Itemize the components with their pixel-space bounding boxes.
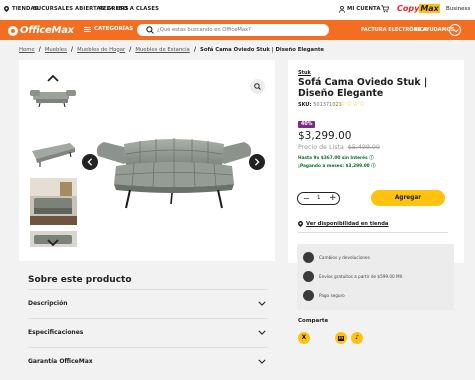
breadcrumb-home[interactable]: Home	[19, 47, 35, 53]
thumbnails-up-icon[interactable]	[47, 74, 59, 82]
store-availability-link[interactable]: Ver disponibilidad en tienda	[306, 221, 388, 227]
accordion-warranty[interactable]: Garantía OfficeMax	[28, 347, 268, 376]
breadcrumb-current: Sofá Cama Oviedo Stuk | Diseño Elegante	[200, 46, 324, 53]
logo-text: OfficeMax	[20, 25, 74, 36]
price: $3,299.00	[298, 130, 352, 142]
breadcrumb: Home / Muebles / Muebles de Hogar / Muebles…	[19, 46, 324, 53]
quantity-minus-button[interactable]: −	[303, 195, 310, 203]
breadcrumb-muebles-hogar[interactable]: Muebles de Hogar	[77, 47, 125, 53]
list-price-line: Precio de Lista $5,499.00	[298, 144, 380, 151]
search-box[interactable]	[137, 24, 329, 36]
gallery-prev-button[interactable]	[82, 154, 98, 170]
breadcrumb-muebles-estancia[interactable]: Muebles de Estancia	[135, 47, 189, 53]
rating-stars[interactable]: ☆☆☆☆☆	[333, 100, 365, 108]
main-header: OfficeMax CATEGORÍAS FACTURA ELECTRÓNICA…	[0, 20, 475, 40]
tiktok-icon: ♪	[355, 334, 359, 341]
discount-badge: 40%	[298, 121, 316, 128]
thumbnails-down-icon[interactable]	[47, 239, 59, 247]
copymax-max-text: Max	[419, 4, 440, 13]
x-icon: X	[301, 334, 307, 341]
business-link[interactable]: Business	[446, 6, 470, 12]
chevron-down-icon	[452, 28, 459, 33]
accordion-label: Especificaciones	[28, 329, 84, 336]
chevron-down-icon	[258, 330, 266, 335]
services-box: Cambios y devoluciones Envíos gratuitos …	[297, 244, 454, 310]
sku-label: SKU:	[298, 102, 312, 108]
main-product-image	[96, 138, 252, 209]
chevron-left-icon	[87, 158, 93, 166]
breadcrumb-muebles[interactable]: Muebles	[45, 47, 67, 53]
share-linkedin-button[interactable]: in	[335, 332, 347, 344]
about-title: Sobre este producto	[28, 275, 132, 285]
truck-icon	[303, 271, 314, 282]
breadcrumb-separator: /	[38, 46, 41, 53]
linkedin-icon: in	[337, 336, 345, 341]
add-to-cart-button[interactable]: Agregar	[371, 190, 445, 206]
share-tiktok-button[interactable]: ♪	[351, 332, 363, 344]
copymax-copy-text: Copy	[397, 4, 420, 13]
service-label: Pago seguro	[319, 293, 345, 298]
monthly-payment-text[interactable]: ¡Pagando a meses: $3,299.00 ⓘ	[298, 163, 375, 169]
service-secure-pay: Pago seguro	[303, 290, 345, 301]
search-input[interactable]	[157, 25, 322, 35]
search-icon[interactable]	[146, 26, 154, 34]
logo-mark-icon	[8, 25, 18, 36]
product-info-card: Stuk Sofá Cama Oviedo Stuk | Diseño Eleg…	[288, 60, 464, 263]
service-returns: Cambios y devoluciones	[303, 252, 370, 263]
categories-button[interactable]: CATEGORÍAS	[84, 26, 133, 32]
chevron-right-icon	[254, 158, 260, 166]
gallery-next-button[interactable]	[249, 154, 265, 170]
breadcrumb-separator: /	[129, 46, 132, 53]
chevron-down-icon	[258, 359, 266, 364]
brand-link[interactable]: Stuk	[298, 70, 311, 76]
product-title: Sofá Cama Oviedo Stuk | Diseño Elegante	[298, 77, 428, 99]
user-icon	[339, 6, 345, 13]
accordion-label: Descripción	[28, 300, 68, 307]
thumbnail-2[interactable]	[30, 137, 77, 169]
divider	[298, 232, 448, 233]
chevron-down-icon	[258, 301, 266, 306]
msi-text[interactable]: Hasta 9x $367.00 sin Interés ⓘ	[298, 155, 373, 161]
quantity-stepper[interactable]: − 1 +	[297, 192, 340, 205]
returns-icon	[303, 252, 314, 263]
thumbnail-1[interactable]	[30, 86, 77, 108]
zoom-button[interactable]	[250, 79, 265, 94]
share-x-button[interactable]: X	[298, 332, 310, 344]
location-pin-icon	[4, 6, 9, 12]
list-price-label: Precio de Lista	[298, 144, 344, 151]
accordion-description[interactable]: Descripción	[28, 289, 268, 318]
account-link[interactable]: MI CUENTA	[347, 6, 381, 12]
service-shipping: Envíos gratuitos a partir de $599.00 MX	[303, 271, 403, 282]
magnifier-icon	[254, 83, 261, 90]
service-label: Envíos gratuitos a partir de $599.00 MX	[319, 274, 403, 279]
help-dropdown-button[interactable]	[449, 24, 461, 36]
thumbnail-3[interactable]	[30, 178, 77, 225]
accordion-label: Garantía OfficeMax	[28, 358, 93, 365]
cart-icon[interactable]	[381, 5, 389, 13]
quantity-value: 1	[317, 195, 321, 201]
share-title: Comparte	[298, 318, 329, 324]
officemax-logo[interactable]: OfficeMax	[8, 24, 74, 37]
service-label: Cambios y devoluciones	[319, 255, 370, 260]
accordion-specifications[interactable]: Especificaciones	[28, 318, 268, 347]
lock-icon	[303, 290, 314, 301]
categories-label: CATEGORÍAS	[94, 26, 134, 32]
list-price-value: $5,499.00	[347, 144, 380, 151]
copymax-logo[interactable]: CopyMax	[397, 4, 440, 13]
quantity-plus-button[interactable]: +	[329, 194, 337, 203]
top-utility-bar: TIENDAS SUCURSALES ABIERTAS 24 HRS REGRE…	[0, 0, 475, 20]
hamburger-icon	[84, 26, 91, 32]
breadcrumb-separator: /	[193, 46, 197, 53]
breadcrumb-separator: /	[70, 46, 74, 53]
back-to-school-link[interactable]: REGRESO A CLASES	[99, 6, 159, 12]
location-pin-icon	[298, 221, 303, 227]
